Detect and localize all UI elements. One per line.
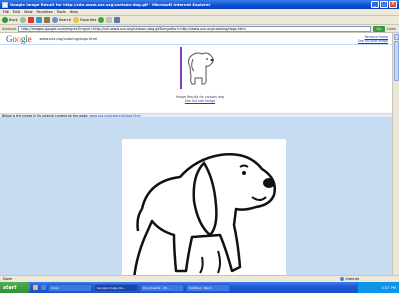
menu-tools[interactable]: Tools [57,10,66,14]
status-text: Done [3,277,12,281]
menu-help[interactable]: Help [70,10,78,14]
search-icon [51,17,58,23]
system-tray: 4:37 PM [357,282,399,293]
quick-launch-icon[interactable] [33,285,38,290]
thumbnail-caption: Image Results for cartoon dog See full-s… [120,95,280,103]
mail-icon[interactable] [106,17,113,23]
favorites-button[interactable]: Favorites [73,17,96,24]
standard-toolbar: Back Search Favorites [0,16,399,25]
go-button[interactable]: Go [372,25,385,32]
scroll-up-arrow-icon[interactable] [394,34,399,40]
home-icon[interactable] [43,17,50,23]
print-icon[interactable] [114,17,121,23]
coloring-page-image[interactable] [122,139,286,280]
task-document[interactable]: Document1 - Mi... [140,283,184,292]
window-title: Google Image Result for http://cdn.www.x… [10,2,211,7]
star-icon [73,17,80,23]
full-size-link[interactable]: See full-size image [358,39,388,43]
status-bar: Done Internet [0,275,399,282]
google-logo[interactable]: Google [6,34,32,44]
scroll-thumb[interactable] [394,41,399,81]
globe-icon [339,277,344,281]
address-input[interactable]: http://images.google.com/imgres?imgurl=h… [18,25,371,32]
menu-file[interactable]: File [3,10,9,14]
address-bar: Address http://images.google.com/imgres?… [0,25,399,33]
security-zone: Internet [339,277,359,281]
history-icon[interactable] [98,17,105,23]
forward-arrow-icon[interactable] [19,17,26,23]
taskbar: start Inbox Google Image Re... Document1… [0,282,399,293]
menu-edit[interactable]: Edit [13,10,20,14]
search-button[interactable]: Search [51,17,72,24]
vertical-scrollbar[interactable] [392,33,399,282]
stop-icon[interactable] [27,17,34,23]
clock: 4:37 PM [381,285,396,290]
see-full-size-link[interactable]: See full-size image [120,99,280,103]
image-thumbnail[interactable] [180,47,222,89]
search-label: Search [58,18,72,22]
source-page-url: www.xxx.org/coloring/dogs.html [39,36,98,41]
menu-bar: File Edit View Favorites Tools Help [0,9,399,16]
back-label: Back [9,18,18,22]
frame-links: Remove frame See full-size image [358,35,388,43]
close-button[interactable]: × [389,1,397,8]
back-arrow-icon [2,17,8,23]
zone-label: Internet [345,277,359,281]
dog-drawing [132,153,276,280]
menu-favorites[interactable]: Favorites [37,10,53,14]
maximize-button[interactable]: □ [380,1,388,8]
address-label: Address [2,26,17,31]
links-button[interactable]: Links [387,27,396,31]
start-button[interactable]: start [0,282,30,293]
back-button[interactable]: Back [2,17,18,24]
window-controls: _ □ × [371,1,397,8]
dog-thumbnail-drawing [188,52,214,85]
task-google-image[interactable]: Google Image Re... [94,283,138,292]
task-inbox[interactable]: Inbox [48,283,92,292]
minimize-button[interactable]: _ [371,1,379,8]
quick-launch-ie-icon[interactable] [41,285,46,290]
menu-view[interactable]: View [24,10,33,14]
task-paint[interactable]: Untitled - Paint [186,283,230,292]
internet-explorer-icon [2,1,8,8]
refresh-icon[interactable] [35,17,42,23]
google-header-frame: Google www.xxx.org/coloring/dogs.html Re… [0,33,392,45]
title-bar: Google Image Result for http://cdn.www.x… [0,0,399,9]
favorites-label: Favorites [80,18,97,22]
